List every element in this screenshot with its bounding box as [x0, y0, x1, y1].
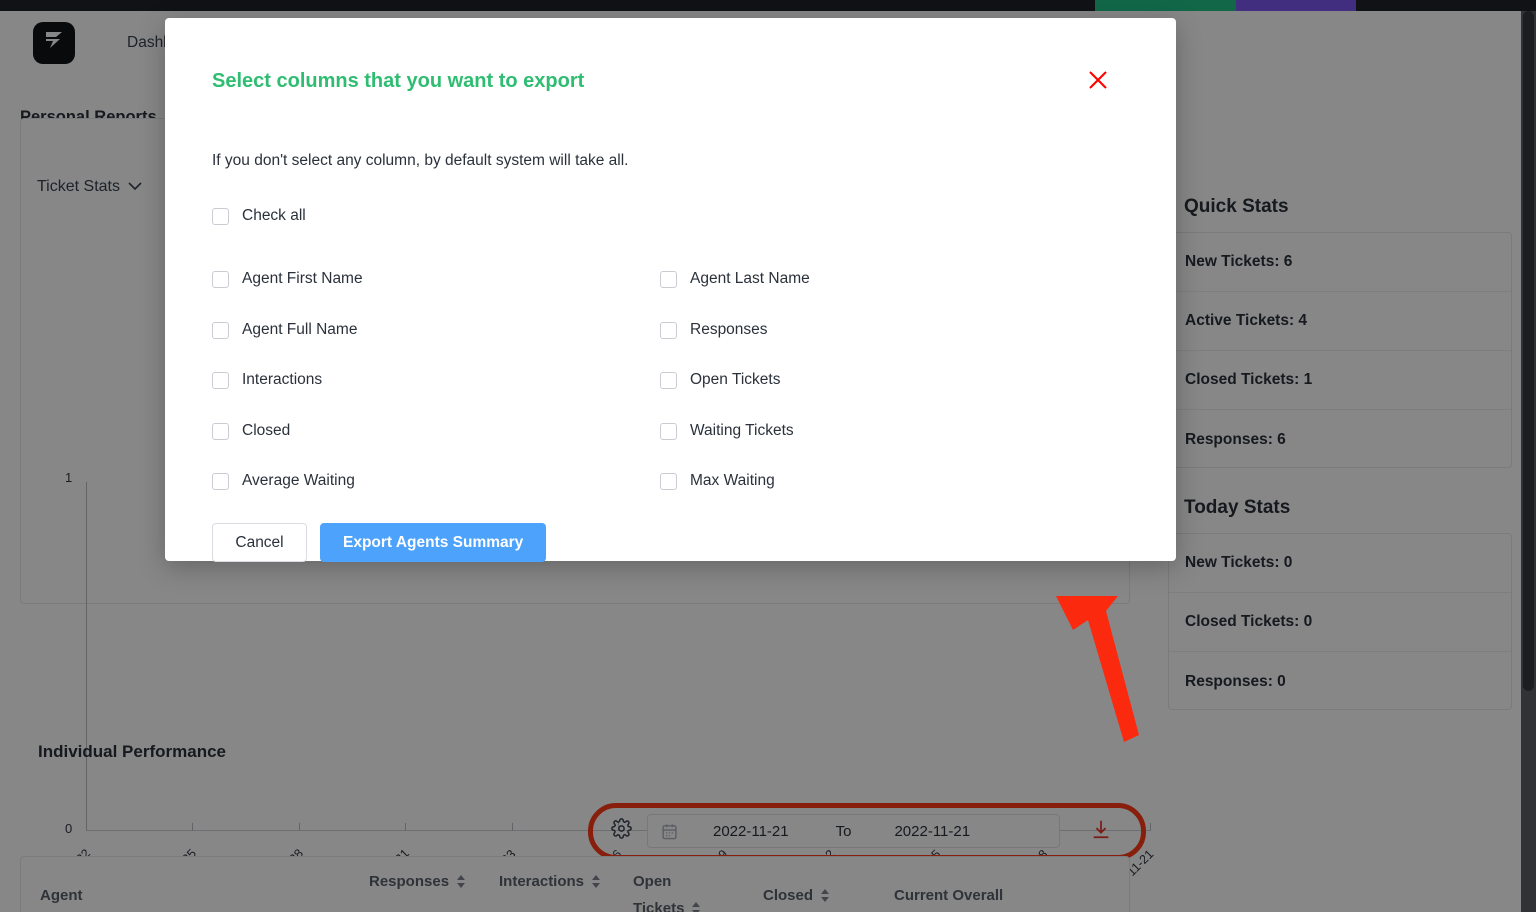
checkbox-average-waiting[interactable]: Average Waiting: [212, 472, 355, 490]
checkbox-box[interactable]: [212, 472, 229, 490]
export-agents-summary-button[interactable]: Export Agents Summary: [320, 523, 547, 562]
checkbox-box[interactable]: [660, 472, 677, 490]
checkbox-check-all[interactable]: Check all: [212, 207, 306, 225]
checkbox-label: Interactions: [242, 371, 323, 388]
checkbox-interactions[interactable]: Interactions: [212, 371, 322, 389]
checkbox-label: Closed: [242, 422, 291, 439]
checkbox-waiting-tickets[interactable]: Waiting Tickets: [660, 422, 794, 440]
checkbox-label: Open Tickets: [690, 371, 781, 388]
checkbox-open-tickets[interactable]: Open Tickets: [660, 371, 780, 389]
checkbox-label: Agent Full Name: [242, 321, 358, 338]
checkbox-label: Max Waiting: [690, 472, 775, 489]
checkbox-label: Agent Last Name: [690, 270, 810, 287]
checkbox-box[interactable]: [660, 270, 677, 288]
checkbox-label: Average Waiting: [242, 472, 355, 489]
checkbox-box[interactable]: [212, 321, 229, 339]
cancel-button[interactable]: Cancel: [212, 523, 307, 562]
checkbox-label: Check all: [242, 207, 306, 224]
checkbox-responses[interactable]: Responses: [660, 321, 768, 339]
modal-actions: Cancel Export Agents Summary: [212, 523, 547, 562]
checkbox-agent-full-name[interactable]: Agent Full Name: [212, 321, 357, 339]
checkbox-max-waiting[interactable]: Max Waiting: [660, 472, 775, 490]
export-columns-modal: Select columns that you want to export I…: [165, 18, 1176, 562]
checkbox-agent-last-name[interactable]: Agent Last Name: [660, 270, 810, 288]
checkbox-box[interactable]: [212, 207, 229, 225]
checkbox-label: Agent First Name: [242, 270, 363, 287]
close-icon[interactable]: [1082, 64, 1114, 96]
modal-subtitle: If you don't select any column, by defau…: [212, 152, 629, 169]
checkbox-box[interactable]: [212, 270, 229, 288]
pointer-arrow-icon: [1040, 590, 1150, 760]
checkbox-closed[interactable]: Closed: [212, 422, 290, 440]
checkbox-box[interactable]: [660, 321, 677, 339]
checkbox-box[interactable]: [212, 371, 229, 389]
checkbox-label: Waiting Tickets: [690, 422, 794, 439]
checkbox-agent-first-name[interactable]: Agent First Name: [212, 270, 363, 288]
screen-root: Dashboard Inboxes Workflows Global Setti…: [0, 0, 1536, 912]
checkbox-box[interactable]: [660, 422, 677, 440]
modal-title: Select columns that you want to export: [212, 70, 585, 92]
checkbox-label: Responses: [690, 321, 768, 338]
checkbox-box[interactable]: [660, 371, 677, 389]
checkbox-box[interactable]: [212, 422, 229, 440]
